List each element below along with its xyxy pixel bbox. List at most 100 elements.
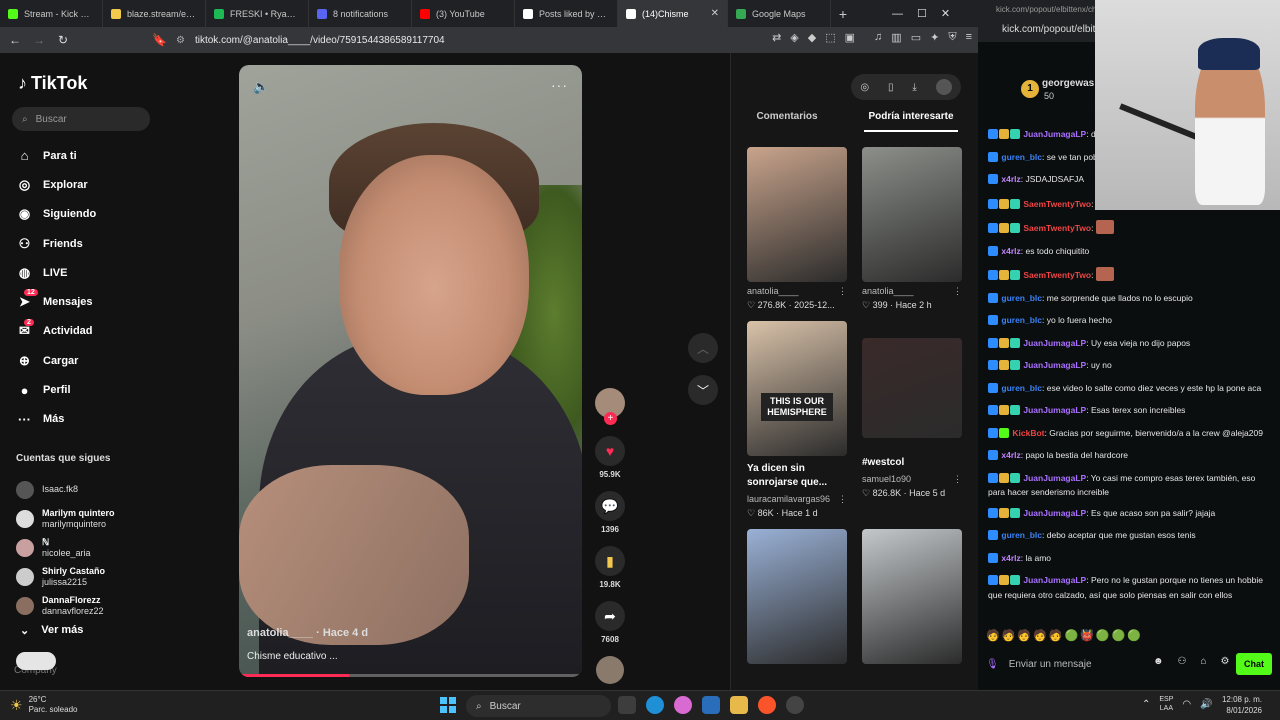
chat-username[interactable]: guren_blc bbox=[1001, 530, 1042, 540]
close-tab-icon[interactable]: ✕ bbox=[711, 8, 719, 19]
shield-icon[interactable]: ⛨ bbox=[948, 31, 956, 44]
reload-icon[interactable]: ↻ bbox=[56, 33, 70, 47]
new-tab-icon[interactable]: + bbox=[831, 6, 855, 22]
recommended-video-card[interactable]: anatolia____ ⋮ ♡ 399 · Hace 2 h bbox=[862, 147, 962, 311]
sidebar-item-cargar[interactable]: ⊕ Cargar bbox=[16, 346, 166, 375]
chat-username[interactable]: x4rlz bbox=[1001, 553, 1020, 563]
extension-icon[interactable]: ◆ bbox=[808, 31, 816, 44]
video-thumbnail[interactable] bbox=[862, 147, 962, 282]
weather-widget[interactable]: ☀ 26°C Parc. soleado bbox=[10, 695, 77, 715]
video-thumbnail[interactable]: THIS IS OUR HEMISPHERE bbox=[747, 321, 847, 456]
wifi-icon[interactable]: ◠ bbox=[1182, 699, 1191, 710]
send-chat-button[interactable]: Chat bbox=[1236, 653, 1272, 675]
tiktok-logo[interactable]: ♪ TikTok bbox=[18, 73, 87, 94]
more-options-icon[interactable]: ⋮ bbox=[953, 474, 962, 485]
chat-username[interactable]: JuanJumagaLP bbox=[1023, 508, 1086, 518]
save-button[interactable]: ▮ 19.8K bbox=[592, 546, 628, 589]
site-info-icon[interactable]: ⚙ bbox=[176, 35, 185, 46]
sidebar-item-actividad[interactable]: ✉ 2 Actividad bbox=[16, 317, 166, 346]
address-bar[interactable]: ⚙ tiktok.com/@anatolia____/video/7591544… bbox=[176, 29, 688, 51]
tab-comments[interactable]: Comentarios bbox=[752, 109, 821, 132]
followed-account[interactable]: ℕnicolee_aria bbox=[16, 533, 166, 562]
chat-username[interactable]: JuanJumagaLP bbox=[1023, 338, 1086, 348]
sidebar-item-para-ti[interactable]: ⌂ Para ti bbox=[16, 141, 166, 170]
store-icon[interactable] bbox=[702, 696, 720, 714]
video-thumbnail[interactable] bbox=[862, 338, 962, 438]
recommended-video-card[interactable]: anatolia____ ⋮ ♡ 276.8K · 2025-12... bbox=[747, 147, 847, 311]
video-progress-bar[interactable] bbox=[239, 674, 582, 677]
more-options-icon[interactable]: ⋮ bbox=[838, 494, 847, 505]
pinned-user[interactable]: georgewas bbox=[1042, 78, 1094, 89]
download-icon[interactable]: ⤓ bbox=[912, 82, 916, 93]
start-button[interactable] bbox=[440, 697, 456, 713]
browser-tab[interactable]: Stream - Kick Dashb bbox=[0, 0, 103, 27]
video-thumbnail[interactable] bbox=[747, 529, 847, 664]
chat-username[interactable]: x4rlz bbox=[1001, 174, 1020, 184]
follow-plus-icon[interactable]: + bbox=[604, 412, 617, 425]
chat-username[interactable]: SaemTwentyTwo bbox=[1023, 223, 1091, 233]
browser-tab[interactable]: FRESKI • Ryan C bbox=[206, 0, 309, 27]
sound-avatar[interactable] bbox=[596, 656, 624, 684]
profile-avatar[interactable] bbox=[935, 79, 952, 95]
browser-tab[interactable]: blaze.stream/elbitte bbox=[103, 0, 206, 27]
extension-icon[interactable]: ▣ bbox=[845, 31, 855, 44]
edge-icon[interactable] bbox=[646, 696, 664, 714]
see-more-button[interactable]: ⌄ Ver más bbox=[20, 624, 83, 637]
recommended-video-card[interactable]: THIS IS OUR HEMISPHERE Ya dicen sin sonro… bbox=[747, 321, 847, 519]
chevron-up-icon[interactable]: ⌃ bbox=[1142, 699, 1150, 710]
obs-icon[interactable] bbox=[786, 696, 804, 714]
tab-recommended[interactable]: Podría interesarte bbox=[864, 109, 958, 132]
wallet-icon[interactable]: ▭ bbox=[911, 31, 921, 44]
ai-icon[interactable]: ✦ bbox=[930, 31, 939, 44]
music-icon[interactable]: ♫ bbox=[874, 31, 882, 44]
emoji-icon[interactable]: ☻ bbox=[1153, 656, 1164, 667]
forward-icon[interactable]: → bbox=[32, 33, 46, 47]
search-input[interactable]: ⌕ Buscar bbox=[12, 107, 150, 131]
sidebar-item-explorar[interactable]: ◎ Explorar bbox=[16, 170, 166, 199]
video-description[interactable]: Chisme educativo ... bbox=[247, 651, 338, 662]
chat-username[interactable]: JuanJumagaLP bbox=[1023, 473, 1086, 483]
video-thumbnail[interactable] bbox=[862, 529, 962, 664]
translate-icon[interactable]: ⇄ bbox=[772, 31, 781, 44]
extension-icon[interactable]: ◈ bbox=[790, 31, 798, 44]
sidebar-item-más[interactable]: ··· Más bbox=[16, 405, 166, 434]
browser-tab[interactable]: Google Maps bbox=[728, 0, 831, 27]
emote-icon[interactable]: 🧑🧑🧑🧑🧑🟢👹🟢🟢🟢 bbox=[986, 630, 1143, 642]
browser-tab[interactable]: (14)Chisme ✕ bbox=[618, 0, 728, 27]
chat-username[interactable]: x4rlz bbox=[1001, 450, 1020, 460]
chat-username[interactable]: guren_blc bbox=[1001, 293, 1042, 303]
like-button[interactable]: ♥ 95.9K bbox=[592, 436, 628, 479]
close-icon[interactable]: ✕ bbox=[941, 7, 950, 20]
puzzle-icon[interactable]: ⬚ bbox=[825, 31, 835, 44]
microphone-icon[interactable]: 🎙 bbox=[986, 659, 999, 670]
minimize-icon[interactable]: — bbox=[892, 8, 903, 20]
more-options-icon[interactable]: ··· bbox=[551, 77, 568, 93]
volume-icon[interactable]: 🔈 bbox=[253, 79, 269, 95]
file-explorer-icon[interactable] bbox=[730, 696, 748, 714]
task-view-icon[interactable] bbox=[618, 696, 636, 714]
sidebar-item-friends[interactable]: ⚇ Friends bbox=[16, 229, 166, 258]
sidebar-item-mensajes[interactable]: ➤ 12 Mensajes bbox=[16, 287, 166, 316]
sidebar-item-siguiendo[interactable]: ◉ Siguiendo bbox=[16, 200, 166, 229]
comment-button[interactable]: 💬 1396 bbox=[592, 491, 628, 534]
copilot-icon[interactable] bbox=[674, 696, 692, 714]
sidebar-item-perfil[interactable]: ● Perfil bbox=[16, 375, 166, 404]
recommended-video-card[interactable] bbox=[747, 529, 847, 664]
chat-username[interactable]: JuanJumagaLP bbox=[1023, 360, 1086, 370]
language-indicator[interactable]: ESP LAA bbox=[1159, 695, 1173, 713]
chevron-up-icon[interactable]: ︿ bbox=[688, 333, 718, 363]
browser-tab[interactable]: Posts liked by ElBitt bbox=[515, 0, 618, 27]
chat-username[interactable]: KickBot bbox=[1012, 428, 1044, 438]
chat-username[interactable]: JuanJumagaLP bbox=[1023, 575, 1086, 585]
video-author[interactable]: anatolia____ · Hace 4 d bbox=[247, 627, 368, 639]
share-button[interactable]: ➦ 7608 bbox=[592, 601, 628, 644]
store-icon[interactable]: ⌂ bbox=[1201, 656, 1207, 667]
more-options-icon[interactable]: ⋮ bbox=[953, 286, 962, 297]
chevron-down-icon[interactable]: ﹀ bbox=[688, 375, 718, 405]
sidebar-item-live[interactable]: ◍ LIVE bbox=[16, 258, 166, 287]
recommended-video-card[interactable] bbox=[862, 529, 962, 664]
maximize-icon[interactable]: ☐ bbox=[917, 7, 927, 20]
brave-icon[interactable] bbox=[758, 696, 776, 714]
recommended-video-card[interactable]: #westcol samuel1o90 ⋮ ♡ 826.8K · Hace 5 d bbox=[862, 321, 962, 519]
followed-account[interactable]: Isaac.fk8 bbox=[16, 475, 166, 504]
